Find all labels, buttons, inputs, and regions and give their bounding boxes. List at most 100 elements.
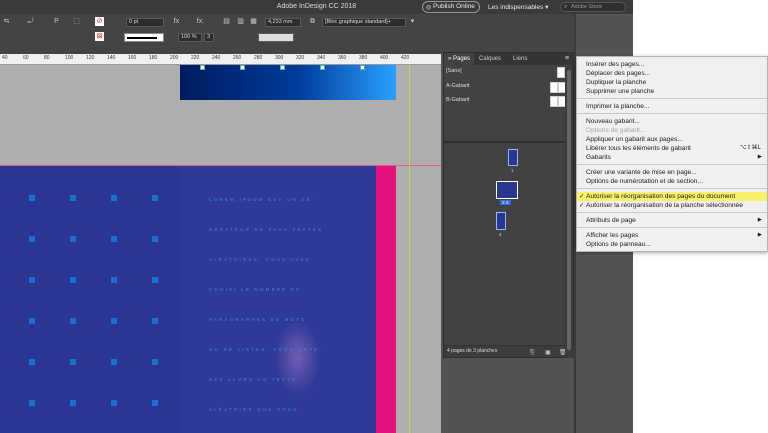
text-frame-line[interactable]: LOREM IPSUM EST UN GÉ- <box>209 197 359 202</box>
text-frame-line[interactable]: OU DE LISTES. VOUS OBTE- <box>209 347 359 352</box>
grid-square <box>70 318 76 324</box>
publish-online-button[interactable]: ◎ Publish Online <box>422 1 480 13</box>
chevron-down-icon[interactable]: ▾ <box>408 17 417 26</box>
master-b-label: B-Gabarit <box>446 97 470 103</box>
edit-page-size-icon[interactable]: ⎘ <box>530 348 535 359</box>
text-frame-line[interactable]: NÉRATEUR DE FAUX TEXTES <box>209 227 359 232</box>
menu-item-new-master[interactable]: Nouveau gabarit... <box>577 117 767 126</box>
indesign-window: Adobe InDesign CC 2018 ◎ Publish Online … <box>0 0 633 433</box>
text-frame-line[interactable]: ALÉATOIRE QUE VOUS <box>209 407 359 412</box>
menu-separator <box>577 164 767 165</box>
master-a[interactable]: A-Gabarit <box>446 83 470 95</box>
page-thumb-4[interactable] <box>496 212 506 230</box>
publish-online-label: Publish Online <box>433 3 475 10</box>
grid-square <box>152 359 158 365</box>
frame-fitting-icon[interactable]: fx. <box>196 17 205 26</box>
workspace-switcher[interactable]: Les indispensables ▾ <box>488 3 548 11</box>
horizontal-guide[interactable] <box>0 165 441 166</box>
text-frame-line[interactable]: ALÉATOIRES. VOUS AVEZ <box>209 257 359 262</box>
grid-square <box>70 359 76 365</box>
page-left[interactable] <box>0 165 180 433</box>
magenta-bleed-bar[interactable] <box>376 165 396 433</box>
menu-item-print-spread[interactable]: Imprimer la planche... <box>577 102 767 111</box>
object-style-select[interactable]: [Bloc graphique standard]+ <box>322 18 406 27</box>
menu-item-page-attributes[interactable]: Attributs de page ▶ <box>577 216 767 225</box>
swatch-select[interactable] <box>258 33 294 42</box>
menu-item-panel-options[interactable]: Options de panneau... <box>577 240 767 249</box>
tab-pages[interactable]: » Pages <box>444 53 475 65</box>
stroke-none-icon[interactable]: ⊠ <box>95 32 104 41</box>
frame-handle[interactable] <box>320 65 325 70</box>
menu-item-delete-spread[interactable]: Supprimer une planche <box>577 87 767 96</box>
ruler-tick: 220 <box>191 55 200 61</box>
menu-item-allow-document-pages-shuffle[interactable]: ✓ Autoriser la réorganisation des pages … <box>577 192 767 201</box>
rotate-icon[interactable]: ⤾ <box>26 17 35 26</box>
menu-item-page-attributes-label: Attributs de page <box>586 217 636 224</box>
gutter-field[interactable]: 4,233 mm <box>265 18 301 27</box>
stroke-weight-field[interactable]: 0 pt <box>126 18 164 27</box>
fill-none-icon[interactable]: ⊘ <box>95 17 104 26</box>
scale-percent-field[interactable]: 100 % <box>178 33 202 42</box>
menu-item-allow-document-label: Autoriser la réorganisation des pages du… <box>586 193 736 200</box>
menu-item-apply-master[interactable]: Appliquer un gabarit aux pages... <box>577 135 767 144</box>
scrollbar-thumb[interactable] <box>567 70 571 350</box>
tab-liens[interactable]: Liens <box>509 53 531 65</box>
master-a-thumb[interactable] <box>550 82 558 93</box>
submenu-arrow-icon: ▶ <box>757 217 762 223</box>
vertical-guide[interactable] <box>409 65 410 433</box>
menu-separator <box>577 212 767 213</box>
submenu-arrow-icon: ▶ <box>757 154 762 160</box>
frame-handle[interactable] <box>240 65 245 70</box>
menu-item-allow-spread-shuffle[interactable]: ✓ Autoriser la réorganisation de la plan… <box>577 201 767 210</box>
menu-item-insert-pages[interactable]: Insérer des pages... <box>577 60 767 69</box>
ruler-tick: 260 <box>233 55 242 61</box>
master-none[interactable]: [Sans] <box>446 68 462 80</box>
frame-handle[interactable] <box>200 65 205 70</box>
panel-divider[interactable] <box>444 141 575 143</box>
align-left-icon[interactable]: ▤ <box>222 17 231 26</box>
master-none-thumb[interactable] <box>557 67 565 78</box>
page-thumb-1[interactable] <box>508 149 518 166</box>
panel-menu-icon[interactable]: ≡ <box>565 55 573 63</box>
menu-item-move-pages[interactable]: Déplacer des pages... <box>577 69 767 78</box>
document-canvas[interactable]: LOREM IPSUM EST UN GÉ- NÉRATEUR DE FAUX … <box>0 65 441 433</box>
ruler-tick: 120 <box>86 55 95 61</box>
text-frame-line[interactable]: CHOISI LE NOMBRE DE <box>209 287 359 292</box>
spread-upper-page[interactable] <box>180 65 396 100</box>
master-b-thumb[interactable] <box>550 96 558 107</box>
frame-handle[interactable] <box>280 65 285 70</box>
jellyfish-image[interactable] <box>275 320 320 395</box>
menu-item-override-master-items[interactable]: Libérer tous les éléments de gabarit ⌥⇧⌘… <box>577 144 767 153</box>
menu-item-view-pages[interactable]: Afficher les pages ▶ <box>577 231 767 240</box>
page-label-1: 1 <box>511 168 514 173</box>
align-center-icon[interactable]: ▥ <box>236 17 245 26</box>
menu-item-allow-spread-label: Autoriser la réorganisation de la planch… <box>586 202 743 209</box>
menu-item-duplicate-spread[interactable]: Dupliquer la planche <box>577 78 767 87</box>
adobe-stock-search[interactable]: ⌕ Adobe Stock <box>560 2 626 12</box>
stroke-type-select[interactable] <box>124 33 164 42</box>
page-right[interactable] <box>180 165 376 433</box>
text-frame-line[interactable]: NEZ ALORS UN TEXTE <box>209 377 359 382</box>
menu-item-numbering-options[interactable]: Options de numérotation et de section... <box>577 177 767 186</box>
flip-horizontal-icon[interactable]: P <box>52 17 61 26</box>
panel-scrollbar[interactable] <box>565 66 573 358</box>
frame-handle[interactable] <box>360 65 365 70</box>
text-frame-line[interactable]: PARAGRAPHES DE MOTS <box>209 317 359 322</box>
page-thumb-2-3[interactable] <box>496 181 518 199</box>
menu-item-masters[interactable]: Gabarits ▶ <box>577 153 767 162</box>
menu-item-master-options: Options de gabarit... <box>586 127 646 134</box>
select-container-icon[interactable]: ⬚ <box>72 17 81 26</box>
master-b[interactable]: B-Gabarit <box>446 97 470 109</box>
title-bar: Adobe InDesign CC 2018 ◎ Publish Online … <box>0 0 633 14</box>
menu-item-create-alternate-layout[interactable]: Créer une variante de mise en page... <box>577 168 767 177</box>
tab-calques[interactable]: Calques <box>475 53 505 65</box>
reference-value-field[interactable]: 3 <box>204 33 214 42</box>
effects-icon[interactable]: fx <box>172 17 181 26</box>
menu-separator <box>577 188 767 189</box>
text-direction-icon[interactable]: ⇆ <box>2 17 11 26</box>
new-page-icon[interactable]: ▣ <box>545 348 551 359</box>
align-right-icon[interactable]: ▦ <box>249 17 258 26</box>
ruler-tick: 340 <box>317 55 326 61</box>
grid-square <box>29 236 35 242</box>
horizontal-ruler[interactable]: 40 60 80 100 120 140 160 180 200 220 240… <box>0 54 441 65</box>
